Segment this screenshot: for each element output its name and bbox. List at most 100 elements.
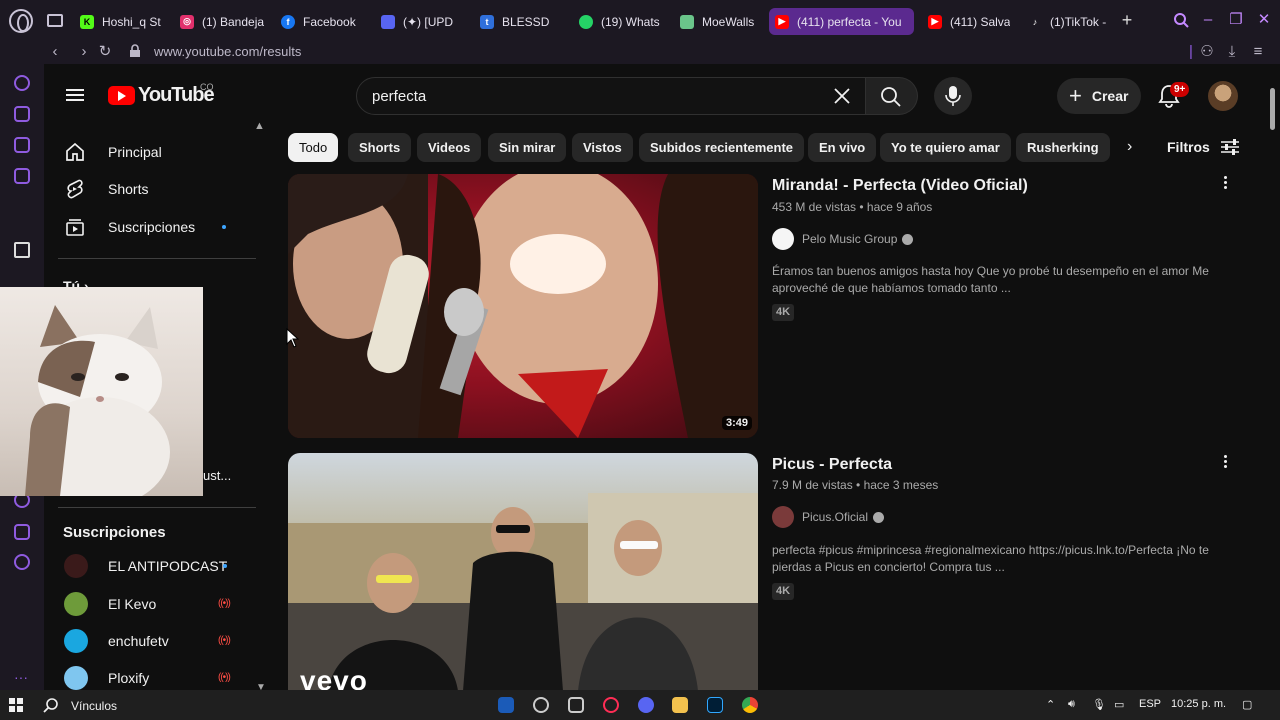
search-input[interactable]: perfecta <box>356 77 866 115</box>
video-title[interactable]: Miranda! - Perfecta (Video Oficial) <box>772 177 1028 195</box>
language-indicator[interactable]: ESP <box>1139 698 1161 710</box>
minimize-icon[interactable]: – <box>1200 12 1216 28</box>
maximize-icon[interactable]: ❐ <box>1228 12 1244 28</box>
download-icon[interactable]: ⤓ <box>1224 44 1240 60</box>
user-avatar[interactable] <box>1208 81 1238 111</box>
search-tabs-icon[interactable] <box>1173 12 1189 28</box>
file-explorer-icon[interactable] <box>672 697 688 713</box>
chip-filter[interactable]: Subidos recientemente <box>639 133 805 162</box>
moewalls-icon <box>680 14 694 29</box>
browser-tab-active[interactable]: ▶ (411) perfecta - You <box>769 8 914 35</box>
channel-avatar <box>64 666 88 690</box>
create-button[interactable]: + Crear <box>1057 78 1141 114</box>
browser-tab-bar: K Hoshi_q St ◎ (1) Bandeja f Facebook (✦… <box>0 0 1280 42</box>
more-actions-icon[interactable] <box>1219 453 1231 471</box>
browser-tab[interactable]: f Facebook <box>275 8 365 35</box>
guide-item-shorts[interactable]: Shorts <box>52 171 252 207</box>
account-icon[interactable]: ⚇ <box>1199 44 1215 60</box>
subscription-item[interactable]: EL ANTIPODCAST <box>52 548 252 584</box>
browser-tab[interactable]: t BLESSD <box>474 8 564 35</box>
windows-start-icon[interactable] <box>9 698 23 712</box>
subscription-item[interactable]: El Kevo ((•)) <box>52 586 252 622</box>
live-icon: ((•)) <box>218 635 231 646</box>
channel-link[interactable]: Picus.Oficial <box>772 505 885 529</box>
page-scrollbar[interactable] <box>1268 70 1277 690</box>
browser-tab[interactable]: (19) Whats <box>573 8 663 35</box>
pinned-app-icon[interactable] <box>14 242 30 258</box>
close-window-icon[interactable]: ✕ <box>1256 12 1272 28</box>
taskbar-search-label[interactable]: Vínculos <box>71 699 117 713</box>
tumblr-icon: t <box>480 14 494 29</box>
quality-badge: 4K <box>772 583 795 600</box>
chip-filter[interactable]: Videos <box>417 133 482 162</box>
scrollbar-thumb[interactable] <box>1270 88 1275 130</box>
chip-filter[interactable]: Yo te quiero amar <box>880 133 1011 162</box>
chip-filter[interactable]: Sin mirar <box>488 133 567 162</box>
youtube-logo[interactable]: YouTube <box>108 84 215 107</box>
channel-link[interactable]: Pelo Music Group <box>772 227 914 251</box>
url-field[interactable]: www.youtube.com/results <box>154 44 301 59</box>
more-actions-icon[interactable] <box>1219 174 1231 192</box>
chips-next-icon[interactable]: › <box>1127 138 1132 156</box>
reload-icon[interactable]: ↻ <box>97 44 113 60</box>
discord-icon[interactable] <box>638 697 654 713</box>
video-thumbnail[interactable]: vevo <box>288 453 758 691</box>
guide-item-subscriptions[interactable]: Suscripciones <box>52 209 252 245</box>
browser-tab[interactable]: MoeWalls <box>674 8 764 35</box>
chip-filter[interactable]: Rusherking <box>1016 133 1110 162</box>
chrome-icon[interactable] <box>742 697 758 713</box>
tab-switcher-icon[interactable] <box>47 14 63 27</box>
cat-video-overlay[interactable] <box>0 287 203 496</box>
gx-control-icon[interactable] <box>14 106 30 122</box>
app-icon[interactable] <box>533 697 549 713</box>
messenger-icon[interactable] <box>14 168 30 184</box>
browser-tab[interactable]: ◎ (1) Bandeja <box>174 8 264 35</box>
more-icon[interactable]: ··· <box>14 670 30 688</box>
subscription-item[interactable]: enchufetv ((•)) <box>52 623 252 659</box>
network-icon[interactable]: ▭ <box>1114 698 1124 711</box>
channel-avatar <box>64 629 88 653</box>
twitch-icon[interactable] <box>14 137 30 153</box>
chip-filter[interactable]: En vivo <box>808 133 877 162</box>
notification-count-badge: 9+ <box>1170 82 1190 97</box>
new-tab-icon[interactable]: + <box>1118 11 1136 29</box>
photoshop-icon[interactable] <box>707 697 723 713</box>
guide-scroll-up-icon[interactable]: ▲ <box>254 120 265 132</box>
guide-item-home[interactable]: Principal <box>52 134 252 170</box>
notifications-center-icon[interactable]: ▢ <box>1242 698 1252 711</box>
back-icon[interactable]: ‹ <box>47 44 63 60</box>
instagram-icon: ◎ <box>180 14 194 29</box>
voice-search-button[interactable] <box>934 77 972 115</box>
volume-icon[interactable]: 🔊︎ <box>1068 698 1075 711</box>
chip-filter[interactable]: Vistos <box>572 133 633 162</box>
steam-icon[interactable] <box>498 697 514 713</box>
search-button[interactable] <box>866 77 918 115</box>
tray-expand-icon[interactable]: ⌃ <box>1046 698 1055 711</box>
microphone-tray-icon[interactable]: 🎙︎ <box>1092 698 1106 711</box>
browser-tab[interactable]: ▶ (411) Salva <box>922 8 1012 35</box>
opera-gx-logo-icon[interactable] <box>9 9 33 33</box>
calculator-icon[interactable] <box>568 697 584 713</box>
clock[interactable]: 10:25 p. m. <box>1171 698 1226 710</box>
easy-setup-icon[interactable]: ≡ <box>1250 44 1266 60</box>
browser-tab[interactable]: ♪ (1)TikTok - <box>1022 8 1112 35</box>
browser-tab[interactable]: K Hoshi_q St <box>74 8 164 35</box>
video-thumbnail[interactable]: 3:49 <box>288 174 758 438</box>
guide-menu-icon[interactable] <box>66 86 84 104</box>
taskbar-search-icon[interactable] <box>43 697 59 713</box>
filters-button[interactable]: Filtros <box>1167 139 1240 155</box>
chip-filter[interactable]: Shorts <box>348 133 412 162</box>
opera-gx-taskbar-icon[interactable] <box>603 697 619 713</box>
browser-tab[interactable]: (✦) [UPD <box>375 8 465 35</box>
chip-filter[interactable]: Todo <box>288 133 339 162</box>
new-content-dot <box>223 564 227 568</box>
live-icon: ((•)) <box>218 598 231 609</box>
verified-check-icon <box>873 511 885 523</box>
video-title[interactable]: Picus - Perfecta <box>772 456 892 474</box>
extensions-icon[interactable] <box>14 524 30 540</box>
clear-search-icon[interactable] <box>833 87 851 105</box>
settings-icon[interactable] <box>14 554 30 570</box>
forward-icon[interactable]: › <box>76 44 92 60</box>
speed-dial-icon[interactable] <box>14 75 30 91</box>
mouse-cursor-icon <box>286 328 300 348</box>
